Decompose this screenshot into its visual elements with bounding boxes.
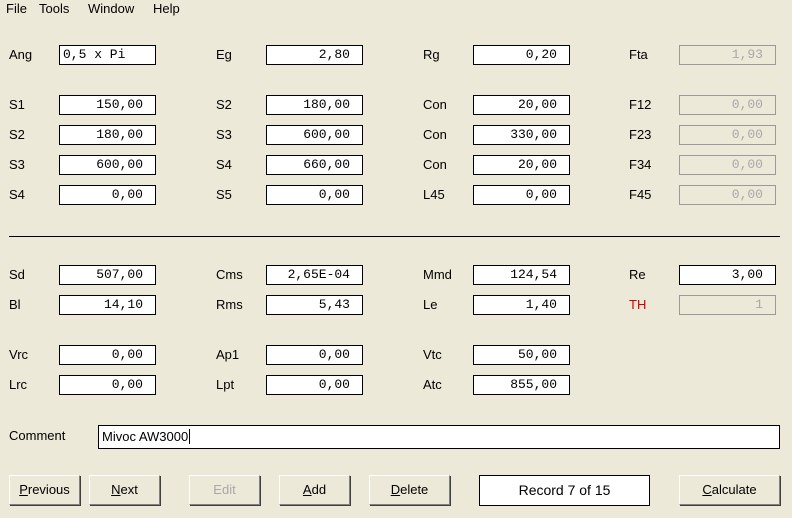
- lrc-field[interactable]: 0,00: [59, 375, 156, 395]
- calculate-button[interactable]: Calculate: [679, 475, 780, 505]
- vtc-label: Vtc: [423, 347, 442, 362]
- rms-label: Rms: [216, 297, 243, 312]
- ap1-label: Ap1: [216, 347, 240, 362]
- f34-field: 0,00: [679, 155, 776, 175]
- menu-tools[interactable]: Tools: [39, 1, 69, 16]
- f23-label: F23: [629, 127, 652, 142]
- rms-field[interactable]: 5,43: [266, 295, 363, 315]
- s4-end-field[interactable]: 660,00: [266, 155, 363, 175]
- cms-label: Cms: [216, 267, 243, 282]
- ap1-field[interactable]: 0,00: [266, 345, 363, 365]
- comment-label: Comment: [9, 428, 66, 443]
- s4-end-label: S4: [216, 157, 232, 172]
- rg-field[interactable]: 0,20: [473, 45, 570, 65]
- s2-label: S2: [9, 127, 25, 142]
- con34-field[interactable]: 20,00: [473, 155, 570, 175]
- ang-field[interactable]: 0,5 x Pi: [59, 45, 156, 65]
- s3-field[interactable]: 600,00: [59, 155, 156, 175]
- cms-field[interactable]: 2,65E-04: [266, 265, 363, 285]
- s3-end-field[interactable]: 600,00: [266, 125, 363, 145]
- comment-input[interactable]: Mivoc AW3000: [98, 425, 780, 449]
- s2-end-label: S2: [216, 97, 232, 112]
- s5-end-field[interactable]: 0,00: [266, 185, 363, 205]
- con12-label: Con: [423, 97, 447, 112]
- s4-field[interactable]: 0,00: [59, 185, 156, 205]
- fta-field: 1,93: [679, 45, 776, 65]
- s5-end-label: S5: [216, 187, 232, 202]
- f45-label: F45: [629, 187, 652, 202]
- menu-help[interactable]: Help: [153, 1, 180, 16]
- vrc-field[interactable]: 0,00: [59, 345, 156, 365]
- s2-end-field[interactable]: 180,00: [266, 95, 363, 115]
- record-indicator: Record 7 of 15: [479, 475, 650, 506]
- comment-text: Mivoc AW3000: [102, 429, 189, 444]
- con34-label: Con: [423, 157, 447, 172]
- l45-label: L45: [423, 187, 445, 202]
- lpt-field[interactable]: 0,00: [266, 375, 363, 395]
- s3-end-label: S3: [216, 127, 232, 142]
- menu-window[interactable]: Window: [88, 1, 134, 16]
- re-field[interactable]: 3,00: [679, 265, 776, 285]
- f45-field: 0,00: [679, 185, 776, 205]
- vtc-field[interactable]: 50,00: [473, 345, 570, 365]
- add-button[interactable]: Add: [279, 475, 350, 505]
- s1-field[interactable]: 150,00: [59, 95, 156, 115]
- vrc-label: Vrc: [9, 347, 29, 362]
- l45-field[interactable]: 0,00: [473, 185, 570, 205]
- mmd-field[interactable]: 124,54: [473, 265, 570, 285]
- con12-field[interactable]: 20,00: [473, 95, 570, 115]
- delete-button[interactable]: Delete: [369, 475, 450, 505]
- f12-label: F12: [629, 97, 652, 112]
- previous-button[interactable]: Previous: [9, 475, 80, 505]
- f34-label: F34: [629, 157, 652, 172]
- section-divider: [9, 236, 780, 237]
- lpt-label: Lpt: [216, 377, 235, 392]
- s3-label: S3: [9, 157, 25, 172]
- bl-label: Bl: [9, 297, 21, 312]
- edit-button[interactable]: Edit: [189, 475, 260, 505]
- s2-field[interactable]: 180,00: [59, 125, 156, 145]
- con23-label: Con: [423, 127, 447, 142]
- mmd-label: Mmd: [423, 267, 452, 282]
- atc-field[interactable]: 855,00: [473, 375, 570, 395]
- th-field: 1: [679, 295, 776, 315]
- lrc-label: Lrc: [9, 377, 28, 392]
- text-caret: [189, 429, 191, 444]
- re-label: Re: [629, 267, 646, 282]
- s4-label: S4: [9, 187, 25, 202]
- eg-field[interactable]: 2,80: [266, 45, 363, 65]
- f23-field: 0,00: [679, 125, 776, 145]
- le-label: Le: [423, 297, 438, 312]
- rg-label: Rg: [423, 47, 440, 62]
- con23-field[interactable]: 330,00: [473, 125, 570, 145]
- f12-field: 0,00: [679, 95, 776, 115]
- menu-file[interactable]: File: [6, 1, 27, 16]
- next-button[interactable]: Next: [89, 475, 160, 505]
- ang-label: Ang: [9, 47, 33, 62]
- menu-bar: File Tools Window Help: [0, 0, 792, 18]
- atc-label: Atc: [423, 377, 442, 392]
- bl-field[interactable]: 14,10: [59, 295, 156, 315]
- fta-label: Fta: [629, 47, 648, 62]
- le-field[interactable]: 1,40: [473, 295, 570, 315]
- eg-label: Eg: [216, 47, 232, 62]
- s1-label: S1: [9, 97, 25, 112]
- th-label: TH: [629, 297, 647, 312]
- sd-label: Sd: [9, 267, 25, 282]
- sd-field[interactable]: 507,00: [59, 265, 156, 285]
